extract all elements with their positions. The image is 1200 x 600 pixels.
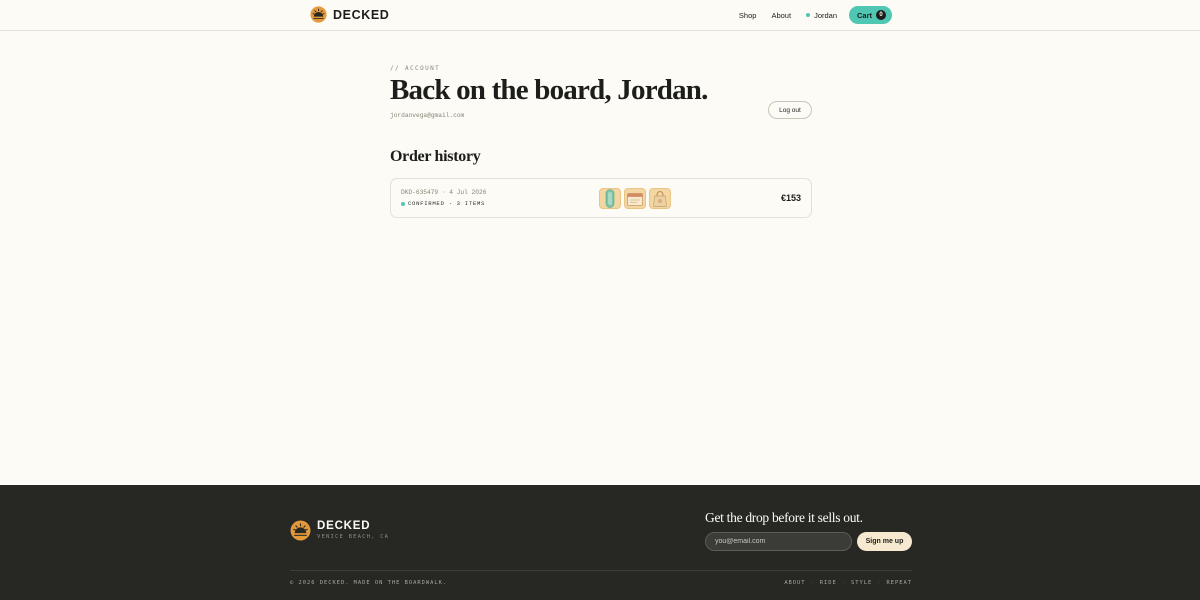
site-footer: DECKED VENICE BEACH, CA Get the drop bef… <box>0 485 1200 600</box>
footer-link-about[interactable]: ABOUT <box>784 580 805 586</box>
order-card[interactable]: DKD-635479 · 4 Jul 2026 CONFIRMED · 3 IT… <box>390 178 812 218</box>
footer-link-separator: · <box>877 580 882 586</box>
logout-button[interactable]: Log out <box>768 101 812 119</box>
footer-copyright: © 2026 DECKED. MADE ON THE BOARDWALK. <box>290 580 448 586</box>
brand-name: DECKED <box>333 7 390 22</box>
footer-link-separator: · <box>841 580 847 586</box>
newsletter-headline: Get the drop before it sells out. <box>705 510 863 525</box>
newsletter-email-input[interactable] <box>705 532 852 551</box>
cart-label: Cart <box>857 10 873 20</box>
nav-user-link[interactable]: Jordan <box>806 11 837 20</box>
footer-link-repeat[interactable]: REPEAT <box>887 580 912 586</box>
order-status-text: CONFIRMED · 3 ITEMS <box>408 200 486 207</box>
brand-logo[interactable]: DECKED <box>310 6 389 23</box>
footer-divider <box>290 570 912 571</box>
cart-button[interactable]: Cart 0 <box>849 6 892 24</box>
main-nav: Shop About Jordan Cart 0 <box>724 6 892 24</box>
user-email: jordanvega@gmail.com <box>390 112 465 119</box>
page-title: Back on the board, Jordan. <box>390 74 708 106</box>
order-item-thumb <box>624 188 646 209</box>
footer-link-style[interactable]: STYLE <box>851 580 872 586</box>
site-header: DECKED Shop About Jordan Cart 0 <box>0 0 1200 31</box>
order-history-title: Order history <box>390 148 481 165</box>
wheel-box-icon <box>627 192 643 206</box>
nav-user-name: Jordan <box>814 10 837 20</box>
order-item-thumb <box>599 188 621 209</box>
section-eyebrow: // ACCOUNT <box>390 65 441 72</box>
newsletter-signup-button[interactable]: Sign me up <box>857 532 912 551</box>
order-total: €153 <box>780 193 801 203</box>
online-status-dot <box>806 13 811 17</box>
footer-link-separator: · <box>810 580 815 586</box>
order-thumbnails <box>599 188 671 209</box>
sun-logo-icon <box>290 520 311 541</box>
nav-shop-link[interactable]: Shop <box>739 11 757 20</box>
nav-about-link[interactable]: About <box>771 11 791 20</box>
cart-count-badge: 0 <box>876 10 887 20</box>
footer-link-ride[interactable]: RIDE <box>820 580 837 586</box>
order-item-thumb <box>649 188 671 209</box>
skateboard-deck-icon <box>605 189 615 208</box>
sun-logo-icon <box>310 6 327 23</box>
tote-bag-icon <box>653 190 667 207</box>
footer-location: VENICE BEACH, CA <box>317 534 390 540</box>
status-dot <box>401 201 405 206</box>
footer-brand-name: DECKED <box>317 520 371 532</box>
order-status: CONFIRMED · 3 ITEMS <box>401 200 485 207</box>
footer-links: ABOUT · RIDE · STYLE · REPEAT <box>784 580 912 586</box>
order-id-date: DKD-635479 · 4 Jul 2026 <box>401 189 487 196</box>
